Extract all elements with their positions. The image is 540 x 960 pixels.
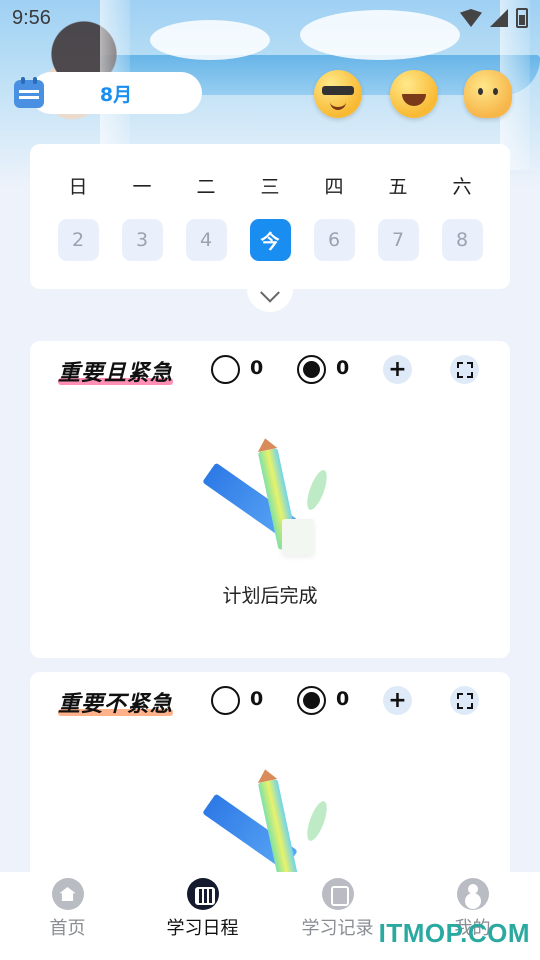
pending-filter-radio[interactable] [211, 686, 240, 715]
weekday-label: 二 [196, 176, 216, 198]
nav-label: 学习记录 [301, 918, 374, 939]
plus-icon: + [388, 688, 407, 713]
fullscreen-icon [456, 361, 473, 378]
day-cell[interactable]: 3 [121, 219, 163, 261]
quadrant-title-text: 重要不紧急 [58, 692, 174, 717]
status-bar: 9:56 [0, 0, 540, 36]
quadrant-title: 重要且紧急 [58, 355, 174, 387]
calendar-icon[interactable] [14, 77, 44, 108]
nav-label: 首页 [49, 918, 86, 939]
home-icon [51, 878, 84, 910]
fullscreen-button[interactable] [450, 686, 479, 715]
week-days: 2 3 4 今 6 7 8 [30, 219, 510, 261]
nav-item-schedule[interactable]: 学习日程 [148, 878, 258, 940]
pending-filter-radio[interactable] [211, 355, 240, 384]
expand-calendar-button[interactable] [247, 282, 293, 312]
record-icon [321, 878, 354, 910]
quadrant-important-urgent: 重要且紧急 0 0 + 计划后完成 [30, 341, 510, 658]
pending-count: 0 [250, 357, 264, 379]
signal-icon [490, 9, 508, 27]
fullscreen-button[interactable] [450, 355, 479, 384]
add-task-button[interactable]: + [383, 355, 412, 384]
weekday-header: 日 一 二 三 四 五 六 [30, 172, 510, 199]
day-cell[interactable]: 2 [57, 219, 99, 261]
day-cell[interactable]: 8 [441, 219, 483, 261]
watermark: ITMOP.COM [378, 918, 530, 948]
calendar-icon [186, 878, 219, 910]
weekday-label: 一 [132, 176, 152, 198]
weekday-label: 六 [452, 176, 472, 198]
weekday-label: 日 [68, 176, 88, 198]
leaf-shape [303, 467, 331, 513]
quadrant-important-not-urgent: 重要不紧急 0 0 + [30, 672, 510, 902]
empty-state-illustration [200, 448, 331, 569]
add-task-button[interactable]: + [383, 686, 412, 715]
fullscreen-icon [456, 692, 473, 709]
weekday-label: 四 [324, 176, 344, 198]
plus-icon: + [388, 357, 407, 382]
done-filter-radio[interactable] [297, 355, 326, 384]
paper-shape [282, 519, 314, 555]
celebrate-face-icon[interactable] [390, 70, 438, 118]
week-calendar: 日 一 二 三 四 五 六 2 3 4 今 6 7 8 [30, 144, 510, 289]
pending-count: 0 [250, 688, 264, 710]
leaf-shape [303, 798, 331, 844]
quadrant-title-text: 重要且紧急 [58, 361, 174, 386]
nav-item-records[interactable]: 学习记录 [283, 878, 393, 940]
nav-label: 学习日程 [166, 918, 239, 939]
empty-state-text: 计划后完成 [222, 585, 318, 607]
cool-face-icon[interactable] [314, 70, 362, 118]
battery-icon [516, 8, 528, 28]
chevron-down-icon [260, 282, 280, 303]
month-label: 8月 [99, 83, 133, 106]
day-cell[interactable]: 6 [313, 219, 355, 261]
done-count: 0 [336, 357, 350, 379]
profile-icon [456, 878, 489, 910]
status-icons [460, 8, 528, 28]
done-count: 0 [336, 688, 350, 710]
weekday-label: 五 [388, 176, 408, 198]
quadrant-title: 重要不紧急 [58, 686, 174, 718]
blob-face-icon[interactable] [464, 70, 512, 118]
weekday-label: 三 [260, 176, 280, 198]
status-time: 9:56 [12, 6, 51, 29]
wifi-icon [460, 9, 482, 27]
day-cell-today[interactable]: 今 [249, 219, 291, 261]
month-selector[interactable]: 8月 [30, 72, 202, 114]
nav-item-home[interactable]: 首页 [13, 878, 123, 940]
day-cell[interactable]: 7 [377, 219, 419, 261]
done-filter-radio[interactable] [297, 686, 326, 715]
day-cell[interactable]: 4 [185, 219, 227, 261]
